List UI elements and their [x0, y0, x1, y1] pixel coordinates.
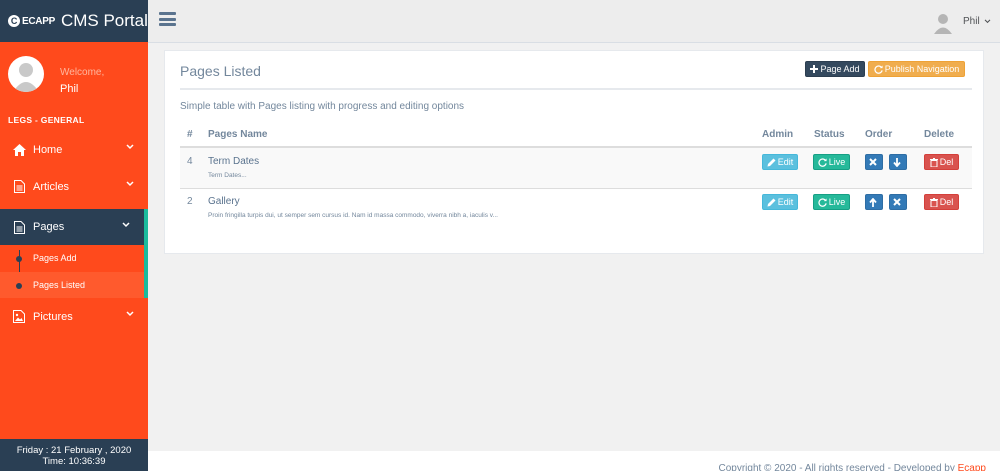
trash-icon [929, 197, 938, 207]
close-icon [869, 158, 877, 166]
submenu-dot [16, 256, 22, 262]
delete-button[interactable]: Del [924, 194, 959, 210]
sidebar-item-pictures[interactable]: Pictures [0, 298, 148, 335]
active-indicator [144, 209, 148, 298]
chevron-down-icon [126, 181, 134, 187]
clock-date: Friday : 21 February , 2020 [16, 445, 132, 456]
refresh-icon [818, 197, 827, 207]
chevron-down-icon [985, 19, 991, 24]
remove-order-button[interactable] [865, 154, 883, 170]
sidebar-item-label: Home [33, 143, 63, 156]
clock-time: Time: 10:36:39 [42, 456, 106, 467]
arrow-up-icon [869, 197, 877, 207]
sidebar: C ECAPP CMS Portal Welcome, Phil LEGS - G… [0, 0, 148, 471]
sidebar-item-home[interactable]: Home [0, 131, 148, 168]
sidebar-item-pages[interactable]: Pages [0, 209, 148, 245]
refresh-icon [818, 157, 827, 167]
avatar [8, 56, 44, 92]
column-header-number: # [187, 129, 193, 140]
arrow-down-icon [893, 157, 901, 167]
table-row: 4 Term Dates Term Dates... Edit Live Del [180, 148, 972, 188]
move-up-button[interactable] [865, 194, 883, 210]
publish-navigation-button[interactable]: Publish Navigation [868, 61, 965, 77]
row-number: 4 [187, 156, 193, 167]
user-menu[interactable]: Phil [963, 16, 991, 27]
menu-section-title: LEGS - GENERAL [8, 115, 85, 125]
edit-button[interactable]: Edit [762, 154, 798, 170]
document-icon [12, 180, 26, 194]
sidebar-item-label: Articles [33, 180, 70, 193]
brand-title: CMS Portal [60, 11, 148, 30]
edit-button[interactable]: Edit [762, 194, 798, 210]
trash-icon [929, 157, 938, 167]
chevron-down-icon [126, 311, 134, 317]
pencil-icon [767, 158, 776, 166]
submenu-dot [16, 283, 22, 289]
table-row: 2 Gallery Proin fringilla turpis dui, ut… [180, 188, 972, 228]
panel-description: Simple table with Pages listing with pro… [180, 101, 465, 112]
row-page-name[interactable]: Term Dates [208, 156, 259, 167]
pencil-icon [767, 198, 776, 206]
plus-icon [810, 65, 819, 73]
welcome-text: Welcome, [60, 67, 105, 78]
logo-c-icon: C [8, 15, 20, 27]
profile-name: Phil [60, 83, 79, 95]
move-down-button[interactable] [889, 154, 907, 170]
brand-logo: C ECAPP [8, 15, 55, 27]
column-header-delete: Delete [924, 129, 955, 140]
copyright-text: Copyright © 2020 - All rights reserved -… [718, 463, 955, 471]
divider [180, 88, 972, 90]
top-nav: Phil [148, 0, 1000, 43]
row-page-name[interactable]: Gallery [208, 196, 240, 207]
sidebar-item-label: Pictures [33, 310, 73, 323]
close-icon [893, 198, 901, 206]
chevron-down-icon [122, 222, 130, 228]
image-icon [12, 310, 26, 324]
clock: Friday : 21 February , 2020 Time: 10:36:… [0, 439, 148, 471]
column-header-admin: Admin [762, 129, 794, 140]
status-live-button[interactable]: Live [813, 154, 850, 170]
chevron-down-icon [126, 144, 134, 150]
footer: Copyright © 2020 - All rights reserved -… [148, 451, 1000, 471]
user-avatar-icon[interactable] [934, 12, 952, 34]
remove-order-button[interactable] [889, 194, 907, 210]
sidebar-item-articles[interactable]: Articles [0, 168, 148, 205]
submenu-item-label: Pages Listed [33, 280, 86, 290]
column-header-name: Pages Name [208, 129, 268, 140]
refresh-icon [874, 64, 883, 74]
profile: Welcome, Phil [0, 42, 148, 102]
menu-toggle-icon[interactable] [159, 12, 176, 26]
row-page-description: Proin fringilla turpis dui, ut semper se… [208, 212, 498, 219]
row-number: 2 [187, 196, 193, 207]
page-title: Pages Listed [180, 63, 261, 79]
column-header-status: Status [814, 129, 845, 140]
brand[interactable]: C ECAPP CMS Portal [0, 0, 148, 42]
footer-brand-link[interactable]: Ecapp [958, 463, 986, 471]
pages-panel: Pages Listed Page Add Publish Navigation… [164, 50, 984, 254]
row-page-description: Term Dates... [208, 172, 247, 179]
user-name: Phil [963, 16, 980, 27]
footer-text: Copyright © 2020 - All rights reserved -… [718, 463, 986, 471]
document-icon [12, 220, 26, 234]
status-live-button[interactable]: Live [813, 194, 850, 210]
home-icon [12, 143, 26, 157]
column-header-order: Order [865, 129, 893, 140]
sidebar-item-label: Pages [33, 221, 65, 233]
delete-button[interactable]: Del [924, 154, 959, 170]
submenu-item-label: Pages Add [33, 253, 77, 263]
page-add-button[interactable]: Page Add [805, 61, 865, 77]
